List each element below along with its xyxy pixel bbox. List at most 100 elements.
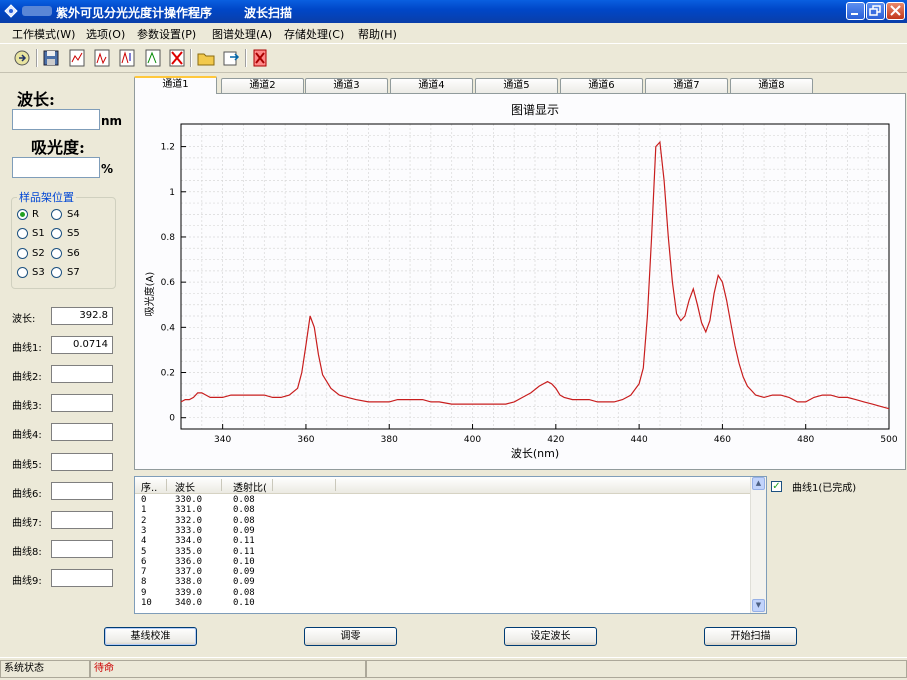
y-tick-label: 0	[169, 414, 175, 424]
toolbar	[0, 43, 907, 73]
table-row[interactable]: 0 330.0 0.08	[135, 495, 753, 505]
spectrum-chart[interactable]: 图谱显示 波长(nm) 吸光度(A) 340 360 380 400 420 440 460…	[135, 94, 905, 469]
tab-channel-2[interactable]: 通道2	[221, 78, 304, 93]
spectrum-icon[interactable]	[92, 48, 112, 68]
cell-index: 6	[141, 556, 147, 567]
radio-S4[interactable]	[51, 209, 62, 220]
wavelength-unit: nm	[101, 114, 123, 128]
status-label: 系统状态	[0, 660, 90, 678]
start-scan-button[interactable]: 开始扫描	[704, 627, 797, 646]
table-row[interactable]: 7 337.0 0.09	[135, 567, 753, 577]
x-tick-label: 360	[297, 435, 314, 445]
status-value: 待命	[90, 660, 366, 678]
table-row[interactable]: 1 331.0 0.08	[135, 505, 753, 515]
data-table[interactable]: 序.. 波长 透射比( 0 330.0 0.08 1 331.0 0.08 2 332.0 0.…	[134, 476, 767, 614]
menu-options[interactable]: 选项(O)	[86, 26, 125, 42]
y-tick-label: 0.2	[161, 369, 175, 379]
menu-spectrum[interactable]: 图谱处理(A)	[212, 26, 272, 42]
scroll-down-button[interactable]: ▼	[752, 599, 765, 612]
zero-button[interactable]: 调零	[304, 627, 397, 646]
table-row[interactable]: 4 334.0 0.11	[135, 536, 753, 546]
set-wavelength-button[interactable]: 设定波长	[504, 627, 597, 646]
col-header-wavelength[interactable]: 波长	[175, 479, 195, 494]
tab-channel-1[interactable]: 通道1	[134, 76, 217, 94]
chart-ticks: 340 360 380 400 420 440 460 480 500 0 0.2 0.4 0.6 0.8…	[161, 143, 898, 445]
open-chart-icon[interactable]	[67, 48, 87, 68]
delete-file-icon[interactable]	[250, 48, 270, 68]
readout-label-curve7: 曲线7:	[12, 518, 42, 529]
minimize-button[interactable]	[846, 2, 865, 20]
scroll-up-button[interactable]: ▲	[752, 477, 765, 490]
tab-channel-5[interactable]: 通道5	[475, 78, 558, 93]
table-row[interactable]: 2 332.0 0.08	[135, 516, 753, 526]
menu-bar: 工作模式(W) 选项(O) 参数设置(P) 图谱处理(A) 存储处理(C) 帮助…	[0, 23, 907, 43]
title-bar: 紫外可见分光光度计操作程序 波长扫描	[0, 0, 907, 23]
app-icon	[4, 4, 18, 18]
cell-transmittance: 0.09	[233, 567, 255, 578]
menu-work-mode[interactable]: 工作模式(W)	[12, 26, 75, 42]
x-tick-label: 400	[464, 435, 481, 445]
delete-chart-icon[interactable]	[167, 48, 187, 68]
tab-channel-3[interactable]: 通道3	[305, 78, 388, 93]
readout-label-curve2: 曲线2:	[12, 372, 42, 383]
radio-S5[interactable]	[51, 228, 62, 239]
readout-value-curve6	[51, 482, 113, 500]
col-header-index[interactable]: 序..	[141, 479, 157, 494]
status-extra	[366, 660, 907, 678]
export-icon[interactable]	[221, 48, 241, 68]
close-button[interactable]	[886, 2, 905, 20]
cell-wavelength: 338.0	[175, 577, 203, 588]
table-row[interactable]: 8 338.0 0.09	[135, 577, 753, 587]
cell-index: 1	[141, 505, 147, 516]
table-row[interactable]: 5 335.0 0.11	[135, 547, 753, 557]
cell-transmittance: 0.09	[233, 525, 255, 536]
x-tick-label: 440	[631, 435, 648, 445]
readout-value-curve5	[51, 453, 113, 471]
y-tick-label: 0.4	[161, 323, 176, 333]
y-axis-label: 吸光度(A)	[143, 272, 156, 317]
readout-label-curve1: 曲线1:	[12, 343, 42, 354]
cell-wavelength: 333.0	[175, 525, 203, 536]
open-file-icon[interactable]	[196, 48, 216, 68]
spectrum-peak-icon[interactable]	[117, 48, 137, 68]
readout-value-wavelength: 392.8	[51, 307, 113, 325]
menu-help[interactable]: 帮助(H)	[358, 26, 397, 42]
radio-label-S4: S4	[67, 209, 80, 220]
restore-button[interactable]	[866, 2, 885, 20]
readout-value-curve8	[51, 540, 113, 558]
tab-channel-6[interactable]: 通道6	[560, 78, 643, 93]
save-icon[interactable]	[41, 48, 61, 68]
title-redacted	[22, 6, 52, 16]
radio-S2[interactable]	[17, 248, 28, 259]
table-scrollbar[interactable]: ▲ ▼	[750, 477, 766, 613]
absorbance-display	[12, 157, 100, 178]
curve1-checkbox[interactable]: ✓	[771, 481, 782, 492]
exit-icon[interactable]	[12, 48, 32, 68]
cell-index: 0	[141, 495, 147, 505]
cell-wavelength: 340.0	[175, 598, 203, 608]
readout-label-curve9: 曲线9:	[12, 576, 42, 587]
cell-transmittance: 0.08	[233, 495, 255, 505]
absorbance-label: 吸光度:	[31, 138, 85, 157]
readout-label-curve3: 曲线3:	[12, 401, 42, 412]
spectrum-mark-icon[interactable]	[143, 48, 163, 68]
table-row[interactable]: 9 339.0 0.08	[135, 588, 753, 598]
tab-channel-8[interactable]: 通道8	[730, 78, 813, 93]
table-header: 序.. 波长 透射比(	[135, 477, 753, 494]
radio-S3[interactable]	[17, 267, 28, 278]
table-row[interactable]: 6 336.0 0.10	[135, 557, 753, 567]
readout-label-curve5: 曲线5:	[12, 460, 42, 471]
baseline-calibration-button[interactable]: 基线校准	[104, 627, 197, 646]
radio-S6[interactable]	[51, 248, 62, 259]
menu-parameters[interactable]: 参数设置(P)	[137, 26, 196, 42]
tab-channel-4[interactable]: 通道4	[390, 78, 473, 93]
radio-S7[interactable]	[51, 267, 62, 278]
menu-storage[interactable]: 存储处理(C)	[284, 26, 344, 42]
readout-value-curve3	[51, 394, 113, 412]
table-row[interactable]: 3 333.0 0.09	[135, 526, 753, 536]
col-header-transmittance[interactable]: 透射比(	[233, 479, 267, 494]
tab-channel-7[interactable]: 通道7	[645, 78, 728, 93]
radio-R[interactable]	[17, 209, 28, 220]
table-row[interactable]: 10 340.0 0.10	[135, 598, 753, 608]
radio-S1[interactable]	[17, 228, 28, 239]
